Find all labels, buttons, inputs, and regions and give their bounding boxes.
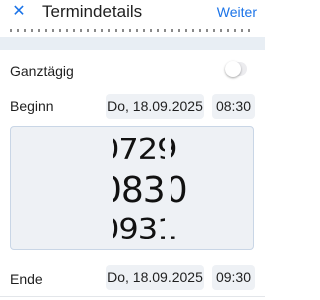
begin-time-button[interactable]: 08:30 [212, 94, 255, 119]
wheel-clip-left [99, 127, 113, 249]
all-day-label: Ganztägig [10, 63, 74, 79]
end-label: Ende [10, 271, 43, 287]
partial-content-strip [0, 24, 265, 37]
top-app-bar: ✕ Termindetails Weiter [0, 0, 265, 24]
next-button[interactable]: Weiter [217, 3, 257, 21]
end-time-button[interactable]: 09:30 [212, 265, 255, 290]
time-wheel[interactable]: 0729 0830 0931 [99, 127, 188, 249]
section-separator [0, 37, 265, 50]
close-icon[interactable]: ✕ [9, 2, 29, 22]
end-date-button[interactable]: Do, 18.09.2025 [106, 265, 204, 290]
time-picker-wheel-panel[interactable]: 0729 0830 0931 [10, 126, 254, 250]
all-day-toggle[interactable] [225, 61, 247, 77]
wheel-clip-right [165, 127, 171, 249]
begin-label: Beginn [10, 98, 54, 114]
toggle-knob [225, 61, 241, 77]
bottom-divider [0, 296, 265, 297]
begin-date-button[interactable]: Do, 18.09.2025 [106, 94, 204, 119]
page-title: Termindetails [42, 2, 143, 21]
cut-off-text-decoration [10, 27, 255, 32]
